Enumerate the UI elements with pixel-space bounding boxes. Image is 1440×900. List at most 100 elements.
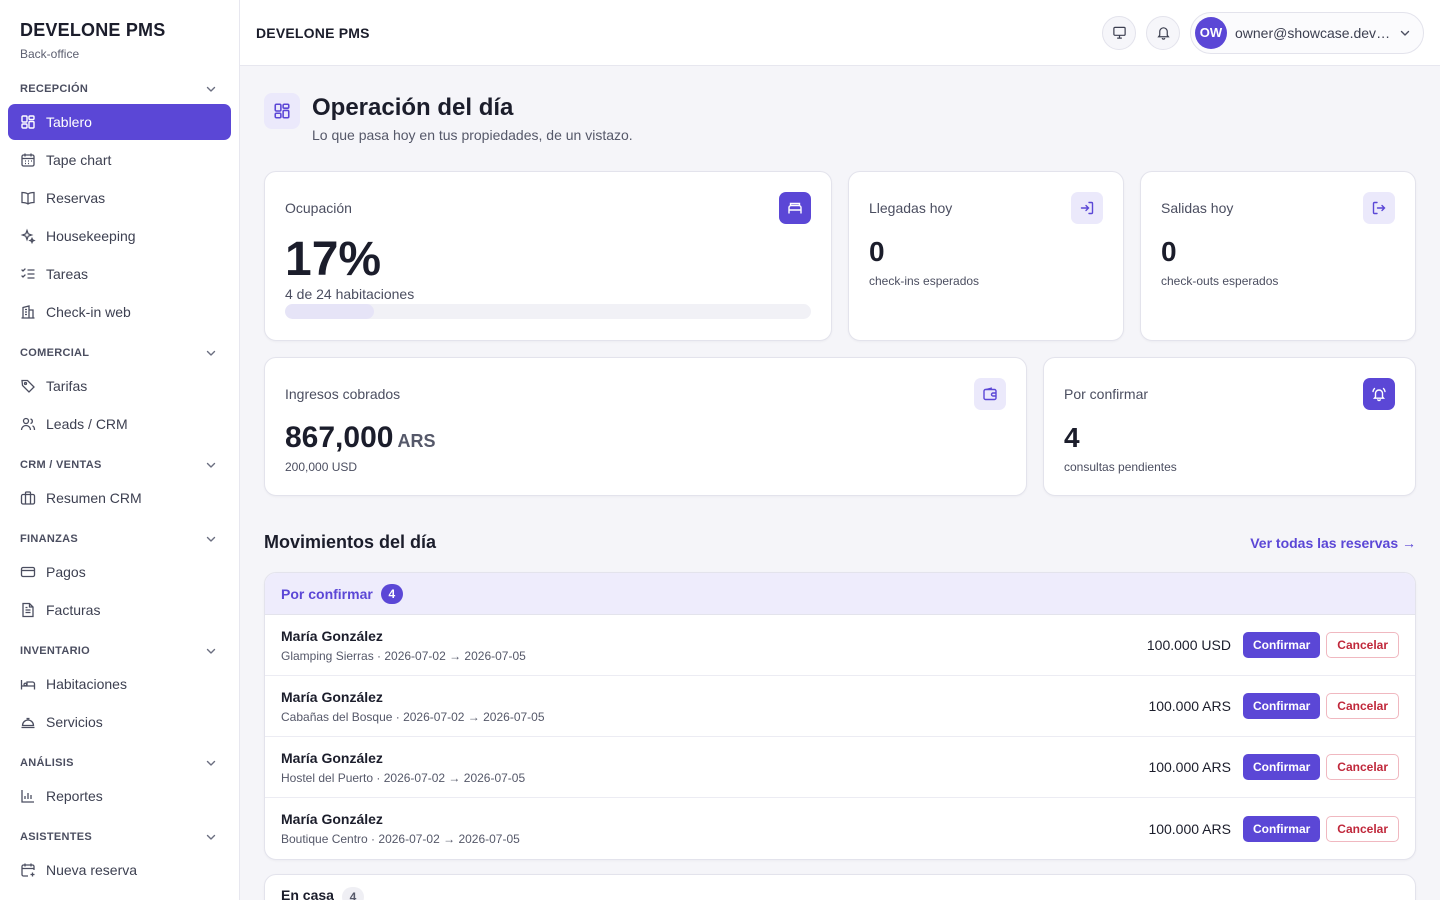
stay-details: Hostel del Puerto · 2026-07-02 → 2026-07… bbox=[281, 770, 526, 785]
sidebar-section-asistentes: ASISTENTES Nueva reserva bbox=[0, 822, 239, 888]
cancel-button[interactable]: Cancelar bbox=[1326, 754, 1399, 780]
card-label: Por confirmar bbox=[1064, 386, 1149, 402]
chevron-down-icon bbox=[206, 350, 216, 356]
brand: DEVELONE PMS Back-office bbox=[0, 0, 239, 74]
display-mode-button[interactable] bbox=[1102, 15, 1136, 50]
calendar-icon bbox=[21, 153, 35, 167]
arrivals-card: Llegadas hoy 0 check-ins esperados bbox=[848, 171, 1124, 341]
section-label: CRM / VENTAS bbox=[20, 459, 102, 471]
sidebar-item-facturas[interactable]: Facturas bbox=[8, 592, 231, 628]
chevron-down-icon bbox=[1400, 30, 1410, 36]
sparkles-icon bbox=[20, 228, 36, 244]
cancel-button[interactable]: Cancelar bbox=[1326, 815, 1399, 842]
user-menu[interactable]: OW owner@showcase.develone.com bbox=[1190, 11, 1424, 54]
sidebar-item-tablero[interactable]: Tablero bbox=[8, 104, 231, 140]
sidebar-item-servicios[interactable]: Servicios bbox=[8, 704, 231, 740]
confirm-button[interactable]: Confirmar bbox=[1242, 632, 1321, 658]
log-out-icon bbox=[1363, 192, 1395, 224]
sidebar-item-tarifas[interactable]: Tarifas bbox=[8, 368, 231, 404]
sidebar-item-tareas[interactable]: Tareas bbox=[8, 256, 231, 292]
revenue-value: 867,000 bbox=[285, 421, 394, 454]
departures-value: 0 bbox=[1161, 236, 1177, 267]
amount: 100.000 ARS bbox=[1148, 759, 1231, 775]
user-email: owner@showcase.develone.com bbox=[1235, 24, 1395, 41]
table-row: María González Boutique Centro · 2026-07… bbox=[265, 798, 1415, 859]
occupancy-detail: 4 de 24 habitaciones bbox=[285, 286, 415, 302]
page-header: Operación del día Lo que pasa hoy en tus… bbox=[264, 93, 1416, 143]
sidebar-item-reservas[interactable]: Reservas bbox=[8, 180, 231, 216]
sidebar-item-label: Tablero bbox=[46, 114, 92, 130]
amount: 100.000 USD bbox=[1146, 637, 1231, 653]
sidebar-item-reportes[interactable]: Reportes bbox=[8, 778, 231, 814]
pending-detail: consultas pendientes bbox=[1064, 460, 1177, 474]
section-toggle-finanzas[interactable]: FINANZAS bbox=[0, 524, 239, 554]
bell-ring-icon bbox=[1363, 378, 1395, 410]
guest-name: María González bbox=[281, 627, 383, 644]
group-label: Por confirmar bbox=[281, 585, 373, 602]
pending-confirmation-list: Por confirmar 4 María González Glamping … bbox=[264, 572, 1416, 860]
chevron-down-icon bbox=[206, 760, 216, 766]
sidebar-item-label: Facturas bbox=[46, 602, 101, 618]
occupancy-card: Ocupación 17% 4 de 24 habitaciones bbox=[264, 171, 832, 341]
stay-details: Glamping Sierras · 2026-07-02 → 2026-07-… bbox=[281, 648, 526, 663]
sidebar-item-leads-crm[interactable]: Leads / CRM bbox=[8, 406, 231, 442]
section-toggle-comercial[interactable]: COMERCIAL bbox=[0, 338, 239, 368]
checklist-icon bbox=[21, 268, 35, 279]
sidebar-item-check-in-web[interactable]: Check-in web bbox=[8, 294, 231, 330]
section-toggle-crm-ventas[interactable]: CRM / VENTAS bbox=[0, 450, 239, 480]
section-toggle-asistentes[interactable]: ASISTENTES bbox=[0, 822, 239, 852]
avatar: OW bbox=[1195, 16, 1227, 49]
amount: 100.000 ARS bbox=[1148, 698, 1231, 714]
bar-chart-icon bbox=[21, 790, 34, 803]
count-badge: 4 bbox=[341, 887, 364, 900]
bell-icon bbox=[1156, 27, 1170, 40]
confirm-button[interactable]: Confirmar bbox=[1242, 693, 1321, 719]
section-toggle-inventario[interactable]: INVENTARIO bbox=[0, 636, 239, 666]
sidebar-item-pagos[interactable]: Pagos bbox=[8, 554, 231, 590]
arrivals-detail: check-ins esperados bbox=[869, 274, 980, 288]
confirm-button[interactable]: Confirmar bbox=[1242, 815, 1321, 842]
sidebar-section-inventario: INVENTARIO Habitaciones Servicios bbox=[0, 636, 239, 740]
sidebar-item-resumen-crm[interactable]: Resumen CRM bbox=[8, 480, 231, 516]
sidebar-item-label: Housekeeping bbox=[46, 228, 136, 244]
calendar-plus-icon bbox=[21, 863, 35, 877]
amount: 100.000 ARS bbox=[1148, 820, 1231, 837]
movements-header: Movimientos del día Ver todas las reserv… bbox=[264, 532, 1416, 553]
view-all-reservations-link[interactable]: Ver todas las reservas → bbox=[1250, 535, 1416, 551]
count-badge: 4 bbox=[380, 583, 403, 604]
brand-subtitle: Back-office bbox=[20, 47, 80, 61]
sidebar-item-label: Check-in web bbox=[46, 304, 131, 320]
sidebar-item-label: Nueva reserva bbox=[46, 862, 138, 878]
topbar-actions: OW owner@showcase.develone.com bbox=[1102, 11, 1424, 54]
notifications-button[interactable] bbox=[1146, 15, 1180, 50]
section-label: RECEPCIÓN bbox=[20, 83, 89, 95]
book-icon bbox=[21, 191, 35, 205]
in-house-list: En casa 4 bbox=[264, 874, 1416, 900]
sidebar: DEVELONE PMS Back-office RECEPCIÓN Table… bbox=[0, 0, 240, 900]
table-row: María González Glamping Sierras · 2026-0… bbox=[265, 615, 1415, 676]
section-toggle-recepcion[interactable]: RECEPCIÓN bbox=[0, 74, 239, 104]
section-label: ASISTENTES bbox=[20, 831, 93, 843]
guest-name: María González bbox=[281, 688, 383, 705]
pending-card: Por confirmar 4 consultas pendientes bbox=[1043, 357, 1416, 496]
section-toggle-analisis[interactable]: ANÁLISIS bbox=[0, 748, 239, 778]
sidebar-section-analisis: ANÁLISIS Reportes bbox=[0, 748, 239, 814]
sidebar-item-nueva-reserva[interactable]: Nueva reserva bbox=[8, 852, 231, 888]
sidebar-item-label: Tape chart bbox=[46, 152, 112, 168]
building-icon bbox=[21, 305, 35, 319]
sidebar-item-label: Servicios bbox=[46, 714, 103, 730]
cancel-button[interactable]: Cancelar bbox=[1326, 632, 1399, 658]
sidebar-item-housekeeping[interactable]: Housekeeping bbox=[8, 218, 231, 254]
sidebar-item-habitaciones[interactable]: Habitaciones bbox=[8, 666, 231, 702]
main-content: Operación del día Lo que pasa hoy en tus… bbox=[264, 66, 1416, 900]
sidebar-item-label: Resumen CRM bbox=[46, 490, 142, 506]
log-in-icon bbox=[1071, 192, 1103, 224]
confirm-button[interactable]: Confirmar bbox=[1242, 754, 1321, 780]
cancel-button[interactable]: Cancelar bbox=[1326, 693, 1399, 719]
sidebar-item-tape-chart[interactable]: Tape chart bbox=[8, 142, 231, 178]
revenue-amount-line: 867,000 ARS bbox=[285, 420, 435, 459]
tag-icon bbox=[21, 379, 35, 393]
file-text-icon bbox=[22, 602, 34, 618]
section-title: Movimientos del día bbox=[264, 532, 437, 552]
dashboard-icon bbox=[264, 93, 300, 129]
